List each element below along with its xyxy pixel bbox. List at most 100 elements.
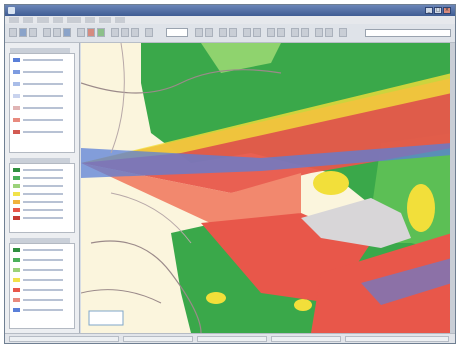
zoom-in-icon[interactable] — [43, 28, 51, 37]
legend-swatch — [13, 106, 20, 110]
legend-row — [13, 58, 71, 62]
tool-button-11[interactable] — [121, 28, 129, 37]
tool-button-18[interactable] — [243, 28, 251, 37]
legend-swatch — [13, 192, 20, 196]
tool-button-22[interactable] — [291, 28, 299, 37]
legend-swatch — [13, 248, 20, 252]
legend-label-placeholder — [23, 217, 63, 219]
menu-item-4[interactable] — [53, 17, 63, 23]
legend-label-placeholder — [23, 193, 63, 195]
legend-swatch — [13, 58, 20, 62]
legend-row — [13, 208, 71, 212]
tool-button-14[interactable] — [195, 28, 203, 37]
search-input[interactable] — [365, 29, 451, 37]
legend-label-placeholder — [23, 209, 63, 211]
legend-row — [13, 130, 71, 134]
close-button[interactable]: × — [443, 7, 451, 14]
legend-row — [13, 248, 71, 252]
legend-swatch — [13, 168, 20, 172]
legend-row — [13, 168, 71, 172]
menu-item-6[interactable] — [85, 17, 95, 23]
menu-item-8[interactable] — [115, 17, 125, 23]
title-bar[interactable]: _ □ × — [5, 5, 455, 16]
menu-item-2[interactable] — [23, 17, 33, 23]
status-cell-1 — [9, 336, 119, 342]
tool-button-26[interactable] — [339, 28, 347, 37]
legend-swatch — [13, 208, 20, 212]
legend-panel-bottom[interactable] — [9, 238, 75, 329]
legend-panel-middle[interactable] — [9, 158, 75, 233]
open-icon[interactable] — [9, 28, 17, 37]
coverage-map[interactable] — [81, 43, 452, 333]
menu-item-7[interactable] — [99, 17, 111, 23]
legend-label-placeholder — [23, 249, 63, 251]
legend-panel-header — [10, 48, 70, 53]
legend-swatch — [13, 176, 20, 180]
tool-button-16[interactable] — [219, 28, 227, 37]
legend-row — [13, 216, 71, 220]
maximize-button[interactable]: □ — [434, 7, 442, 14]
legend-swatch — [13, 200, 20, 204]
tool-button-15[interactable] — [205, 28, 213, 37]
legend-label-placeholder — [23, 177, 63, 179]
tool-button-13[interactable] — [145, 28, 153, 37]
legend-swatch — [13, 308, 20, 312]
legend-row — [13, 192, 71, 196]
minimize-button[interactable]: _ — [425, 7, 433, 14]
legend-row — [13, 278, 71, 282]
legend-row — [13, 70, 71, 74]
legend-label-placeholder — [23, 279, 63, 281]
save-icon[interactable] — [19, 28, 27, 37]
legend-row — [13, 82, 71, 86]
legend-label-placeholder — [23, 289, 63, 291]
legend-panel-header — [10, 158, 70, 163]
status-cell-3 — [197, 336, 267, 342]
legend-row — [13, 118, 71, 122]
tool-button-17[interactable] — [229, 28, 237, 37]
menu-item-5[interactable] — [67, 17, 81, 23]
coverage-spot-yellow-3 — [294, 299, 312, 311]
measure-icon[interactable] — [87, 28, 95, 37]
legend-label-placeholder — [23, 107, 63, 109]
legend-swatch — [13, 278, 20, 282]
layer-icon[interactable] — [97, 28, 105, 37]
legend-row — [13, 288, 71, 292]
refresh-icon[interactable] — [111, 28, 119, 37]
legend-swatch — [13, 216, 20, 220]
tool-button-25[interactable] — [325, 28, 333, 37]
legend-panel-top[interactable] — [9, 48, 75, 153]
legend-row — [13, 106, 71, 110]
legend-swatch — [13, 268, 20, 272]
menu-item-3[interactable] — [37, 17, 49, 23]
status-cell-4 — [271, 336, 341, 342]
select-icon[interactable] — [77, 28, 85, 37]
legend-swatch — [13, 130, 20, 134]
legend-row — [13, 94, 71, 98]
tool-button-12[interactable] — [131, 28, 139, 37]
print-icon[interactable] — [29, 28, 37, 37]
legend-swatch — [13, 258, 20, 262]
zoom-level-field[interactable] — [166, 28, 188, 37]
tool-button-23[interactable] — [301, 28, 309, 37]
legend-row — [13, 184, 71, 188]
tool-button-20[interactable] — [267, 28, 275, 37]
coverage-spot-yellow-4 — [407, 184, 435, 232]
screenshot-frame: _ □ × — [0, 0, 464, 352]
coverage-map-canvas[interactable] — [81, 43, 452, 333]
legend-row — [13, 200, 71, 204]
menu-item-1[interactable] — [9, 17, 19, 23]
coverage-spot-yellow-1 — [313, 171, 349, 195]
maximize-icon: □ — [435, 7, 441, 13]
legend-swatch — [13, 70, 20, 74]
zoom-out-icon[interactable] — [53, 28, 61, 37]
status-cell-2 — [123, 336, 193, 342]
tool-button-21[interactable] — [277, 28, 285, 37]
map-vertical-scrollbar[interactable] — [450, 43, 455, 333]
legend-label-placeholder — [23, 131, 63, 133]
map-scale-box — [88, 310, 124, 326]
legend-label-placeholder — [23, 59, 63, 61]
toolbar — [5, 24, 455, 43]
tool-button-19[interactable] — [253, 28, 261, 37]
tool-button-24[interactable] — [315, 28, 323, 37]
pan-icon[interactable] — [63, 28, 71, 37]
